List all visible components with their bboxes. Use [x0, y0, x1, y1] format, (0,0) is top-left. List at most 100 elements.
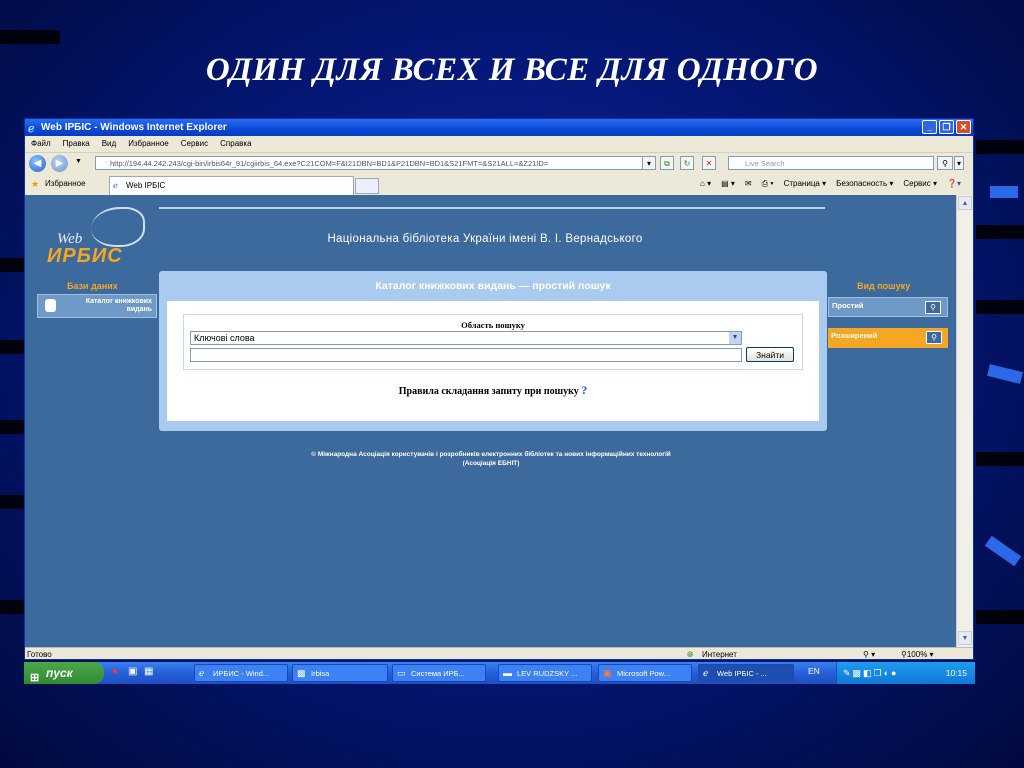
app-icon: ▬: [503, 668, 512, 678]
minimize-button[interactable]: _: [922, 120, 937, 134]
stop-icon[interactable]: ✕: [702, 156, 716, 170]
search-options-icon[interactable]: ▾: [954, 156, 964, 170]
new-tab-button[interactable]: [355, 178, 379, 194]
magnifier-icon: ⚲: [925, 301, 941, 314]
databases-heading: Бази даних: [67, 281, 118, 291]
maximize-button[interactable]: ❐: [939, 120, 954, 134]
decor-stripe: [0, 600, 24, 614]
start-label: пуск: [46, 666, 73, 680]
ie-icon: ℯ: [199, 668, 205, 678]
clock: 10:15: [945, 668, 967, 678]
search-area-select[interactable]: Ключові слова ▼: [190, 331, 742, 345]
vertical-scrollbar[interactable]: ▲ ▼: [956, 195, 973, 647]
page-content: Web ИРБИС Національна бібліотека України…: [25, 195, 957, 647]
menu-help[interactable]: Справка: [220, 136, 251, 152]
search-type-simple[interactable]: Простий ⚲: [828, 297, 948, 317]
task-system-irbis[interactable]: ▭ Система ИРБ...: [392, 664, 486, 682]
home-icon[interactable]: ⌂ ▾: [700, 179, 711, 189]
mail-icon[interactable]: ✉: [745, 179, 752, 189]
quick-launch: ● ▣ ▦: [112, 666, 156, 679]
copyright-line: (Асоціація ЕБНІТ): [462, 459, 520, 467]
save-icon[interactable]: ▣: [128, 666, 140, 679]
start-button[interactable]: ⊞ пуск: [24, 662, 104, 684]
app-icon: ▩: [297, 668, 306, 678]
back-button[interactable]: ◀: [29, 155, 46, 172]
tray-icons[interactable]: ✎▩◧❐◐●: [843, 662, 899, 684]
address-bar-row: ◀ ▶ ▼ http://194.44.242.243/cgi-bin/irbi…: [25, 153, 973, 175]
find-button[interactable]: Знайти: [746, 347, 794, 362]
decor-stripe: [0, 258, 24, 272]
search-type-advanced[interactable]: Розширений ⚲: [828, 328, 948, 348]
query-input[interactable]: [190, 348, 742, 362]
ie-icon: ℯ: [113, 181, 118, 190]
menu-bar: Файл Правка Вид Избранное Сервис Справка: [25, 136, 973, 153]
nav-dropdown-icon[interactable]: ▼: [75, 158, 82, 165]
query-rules-link[interactable]: Правила складання запиту при пошуку ?: [167, 383, 819, 398]
favorites-bar: ★ Избранное ℯ Web ІРБІС ⌂ ▾ ▤ ▾ ✉ ⎙ ▾ Ст…: [25, 175, 973, 196]
title-bar[interactable]: ℯ Web ІРБІС - Windows Internet Explorer …: [25, 119, 973, 136]
ie-icon: ℯ: [28, 123, 35, 135]
help-icon[interactable]: ❓▾: [947, 179, 961, 189]
logo-irbis-text: ИРБИС: [47, 245, 123, 267]
decor-stripe: [0, 30, 60, 44]
database-icon: [45, 299, 56, 312]
task-powerpoint[interactable]: ▣ Microsoft Pow...: [598, 664, 692, 682]
search-type-heading: Вид пошуку: [857, 281, 911, 291]
library-name: Національна бібліотека України імені В. …: [327, 233, 643, 245]
powerpoint-icon: ▣: [603, 668, 612, 678]
ie-icon: ℯ: [703, 668, 709, 678]
forward-button[interactable]: ▶: [51, 155, 68, 172]
task-irbisa[interactable]: ▩ Irbisa: [292, 664, 388, 682]
feeds-icon[interactable]: ▤ ▾: [721, 179, 735, 189]
search-type-label: Простий: [832, 301, 864, 310]
tab-web-irbis[interactable]: ℯ Web ІРБІС: [109, 176, 354, 195]
search-icon[interactable]: ⚲: [937, 156, 953, 170]
tools-menu[interactable]: Сервис ▾: [903, 179, 937, 189]
close-button[interactable]: ✕: [956, 120, 971, 134]
help-question-icon[interactable]: ?: [581, 383, 587, 397]
window-title: Web ІРБІС - Windows Internet Explorer: [41, 122, 227, 133]
decor-stripe: [976, 225, 1024, 239]
scroll-up-icon[interactable]: ▲: [958, 196, 972, 210]
command-bar: ⌂ ▾ ▤ ▾ ✉ ⎙ ▾ Страница ▾ Безопасность ▾ …: [700, 179, 961, 189]
menu-view[interactable]: Вид: [102, 136, 116, 152]
decor-stripe: [976, 140, 1024, 154]
menu-edit[interactable]: Правка: [63, 136, 90, 152]
decor-stripe: [976, 610, 1024, 624]
search-area-label: Область пошуку: [461, 320, 525, 330]
search-input[interactable]: Live Search: [728, 156, 934, 170]
task-irbis-windows[interactable]: ℯ ИРБИС - Wind...: [194, 664, 288, 682]
print-icon[interactable]: ⎙ ▾: [762, 179, 774, 189]
select-value: Ключові слова: [194, 333, 255, 343]
menu-favorites[interactable]: Избранное: [128, 136, 169, 152]
magnifier-icon: ⚲: [926, 331, 942, 344]
search-panel: Каталог книжкових видань — простий пошук…: [159, 271, 827, 431]
safety-menu[interactable]: Безопасность ▾: [836, 179, 893, 189]
menu-tools[interactable]: Сервис: [181, 136, 208, 152]
windows-flag-icon: ⊞: [30, 672, 40, 684]
copyright-line: © Міжнародна Асоціація користувачів і ро…: [311, 451, 671, 458]
favorites-button[interactable]: Избранное: [45, 179, 86, 188]
menu-file[interactable]: Файл: [31, 136, 51, 152]
desktop-icon[interactable]: ▦: [144, 666, 156, 679]
refresh-icon[interactable]: ↻: [680, 156, 694, 170]
browser-window: ℯ Web ІРБІС - Windows Internet Explorer …: [24, 118, 974, 660]
database-item-catalog[interactable]: Каталог книжкових видань: [37, 294, 157, 318]
address-dropdown-button[interactable]: ▾: [642, 156, 656, 170]
task-web-irbis[interactable]: ℯ Web ІРБІС - ...: [698, 664, 794, 682]
page-menu[interactable]: Страница ▾: [784, 179, 827, 189]
opera-icon[interactable]: ●: [112, 666, 124, 679]
scroll-down-icon[interactable]: ▼: [958, 631, 972, 645]
irbis-logo-icon: [91, 207, 145, 247]
decor-stripe: [976, 300, 1024, 314]
language-indicator[interactable]: EN: [808, 666, 820, 676]
search-area-fieldset: Область пошуку Ключові слова ▼ Знайти: [183, 314, 803, 370]
chevron-down-icon[interactable]: ▼: [729, 332, 741, 344]
status-text: Готово: [27, 650, 52, 659]
zoom-level[interactable]: ⚲100% ▾: [901, 648, 934, 659]
address-input[interactable]: http://194.44.242.243/cgi-bin/irbis64r_9…: [95, 156, 655, 170]
task-lev-rudzsky[interactable]: ▬ LEV RUDZSKY ...: [498, 664, 592, 682]
star-icon[interactable]: ★: [31, 179, 39, 190]
compat-icon[interactable]: ⧉: [660, 156, 674, 170]
protected-mode-icon[interactable]: ⚲ ▾: [863, 648, 875, 659]
